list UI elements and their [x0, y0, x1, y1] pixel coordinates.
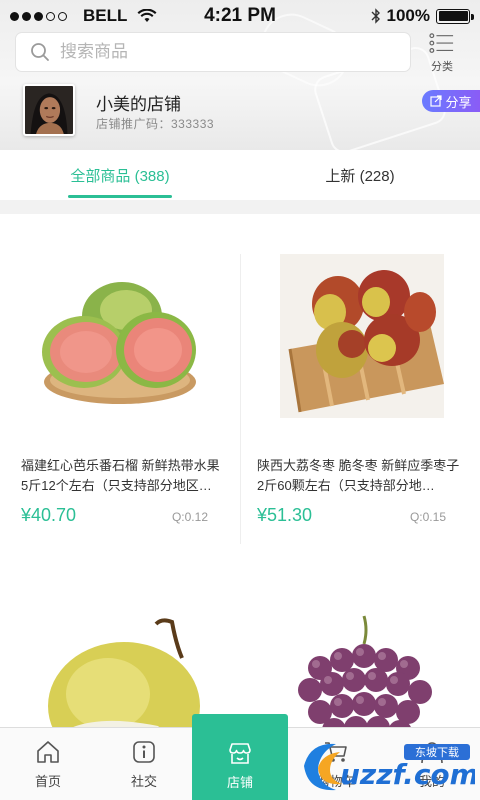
tab-label: 上新 (228)	[325, 167, 395, 185]
tab-label: 全部商品 (388)	[70, 167, 170, 185]
signal-strength-icon	[10, 11, 67, 21]
product-price: ¥51.30	[257, 505, 313, 525]
home-icon	[37, 741, 59, 763]
wifi-icon	[137, 9, 157, 22]
product-card[interactable]: 陕西大荔冬枣 脆冬枣 新鲜应季枣子2斤60颗左右（只支持部分地… ¥51.30 …	[240, 214, 480, 554]
search-input[interactable]	[60, 42, 380, 62]
tab-cart[interactable]: 购物车	[288, 728, 384, 800]
product-image-jujube	[280, 254, 444, 418]
product-image-pear	[38, 614, 202, 744]
tab-store-label: 店铺	[226, 775, 253, 790]
share-icon	[430, 95, 443, 107]
store-icon	[229, 743, 251, 764]
tab-store[interactable]: 店铺	[192, 714, 288, 800]
product-title[interactable]: 陕西大荔冬枣 脆冬枣 新鲜应季枣子2斤60颗左右（只支持部分地…	[257, 456, 462, 496]
shop-promo-code: 店铺推广码：333333	[96, 117, 215, 131]
product-title[interactable]: 福建红心芭乐番石榴 新鲜热带水果5斤12个左右（只支持部分地区…	[21, 456, 226, 496]
tab-new-arrivals[interactable]: 上新 (228)	[240, 150, 480, 200]
section-divider	[0, 200, 480, 214]
search-bar[interactable]	[16, 33, 410, 71]
status-bar: BELL 4:21 PM 100%	[0, 0, 480, 32]
tab-social-label: 社交	[130, 774, 157, 789]
tab-home[interactable]: 首页	[0, 728, 96, 800]
carrier-name: BELL	[83, 6, 128, 25]
product-image-guava	[38, 254, 202, 418]
avatar-photo	[25, 86, 73, 134]
tab-me-label: 我的	[418, 774, 445, 789]
list-icon	[429, 33, 454, 53]
product-q-value: Q:0.12	[171, 510, 208, 524]
product-card[interactable]	[0, 574, 240, 744]
avatar[interactable]	[23, 84, 75, 136]
product-image-grapes	[280, 614, 444, 744]
category-label: 分类	[431, 61, 453, 73]
category-button[interactable]: 分类	[422, 32, 462, 74]
share-label: 分享	[445, 94, 472, 110]
product-price: ¥40.70	[21, 505, 77, 525]
battery-icon	[436, 8, 474, 24]
tab-home-label: 首页	[34, 774, 61, 789]
shop-name: 小美的店铺	[96, 95, 181, 114]
tab-me[interactable]: 我的	[384, 728, 480, 800]
product-tabs: 全部商品 (388) 上新 (228)	[0, 150, 480, 200]
tab-all-products[interactable]: 全部商品 (388)	[0, 150, 240, 200]
battery-percent: 100%	[386, 6, 430, 25]
info-icon	[133, 741, 155, 763]
user-icon	[421, 742, 443, 764]
search-icon	[31, 43, 49, 61]
bottom-tab-bar: 首页 社交 店铺 购物车 我的	[0, 714, 480, 800]
product-card[interactable]	[240, 574, 480, 744]
product-q-value: Q:0.15	[409, 510, 446, 524]
grid-divider	[240, 254, 241, 544]
tab-cart-label: 购物车	[316, 774, 356, 789]
share-button[interactable]: 分享	[422, 90, 480, 112]
bluetooth-icon	[371, 8, 380, 24]
tab-social[interactable]: 社交	[96, 728, 192, 800]
clock: 4:21 PM	[204, 5, 276, 26]
cart-icon	[325, 742, 347, 762]
product-card[interactable]: 福建红心芭乐番石榴 新鲜热带水果5斤12个左右（只支持部分地区… ¥40.70 …	[0, 214, 240, 554]
